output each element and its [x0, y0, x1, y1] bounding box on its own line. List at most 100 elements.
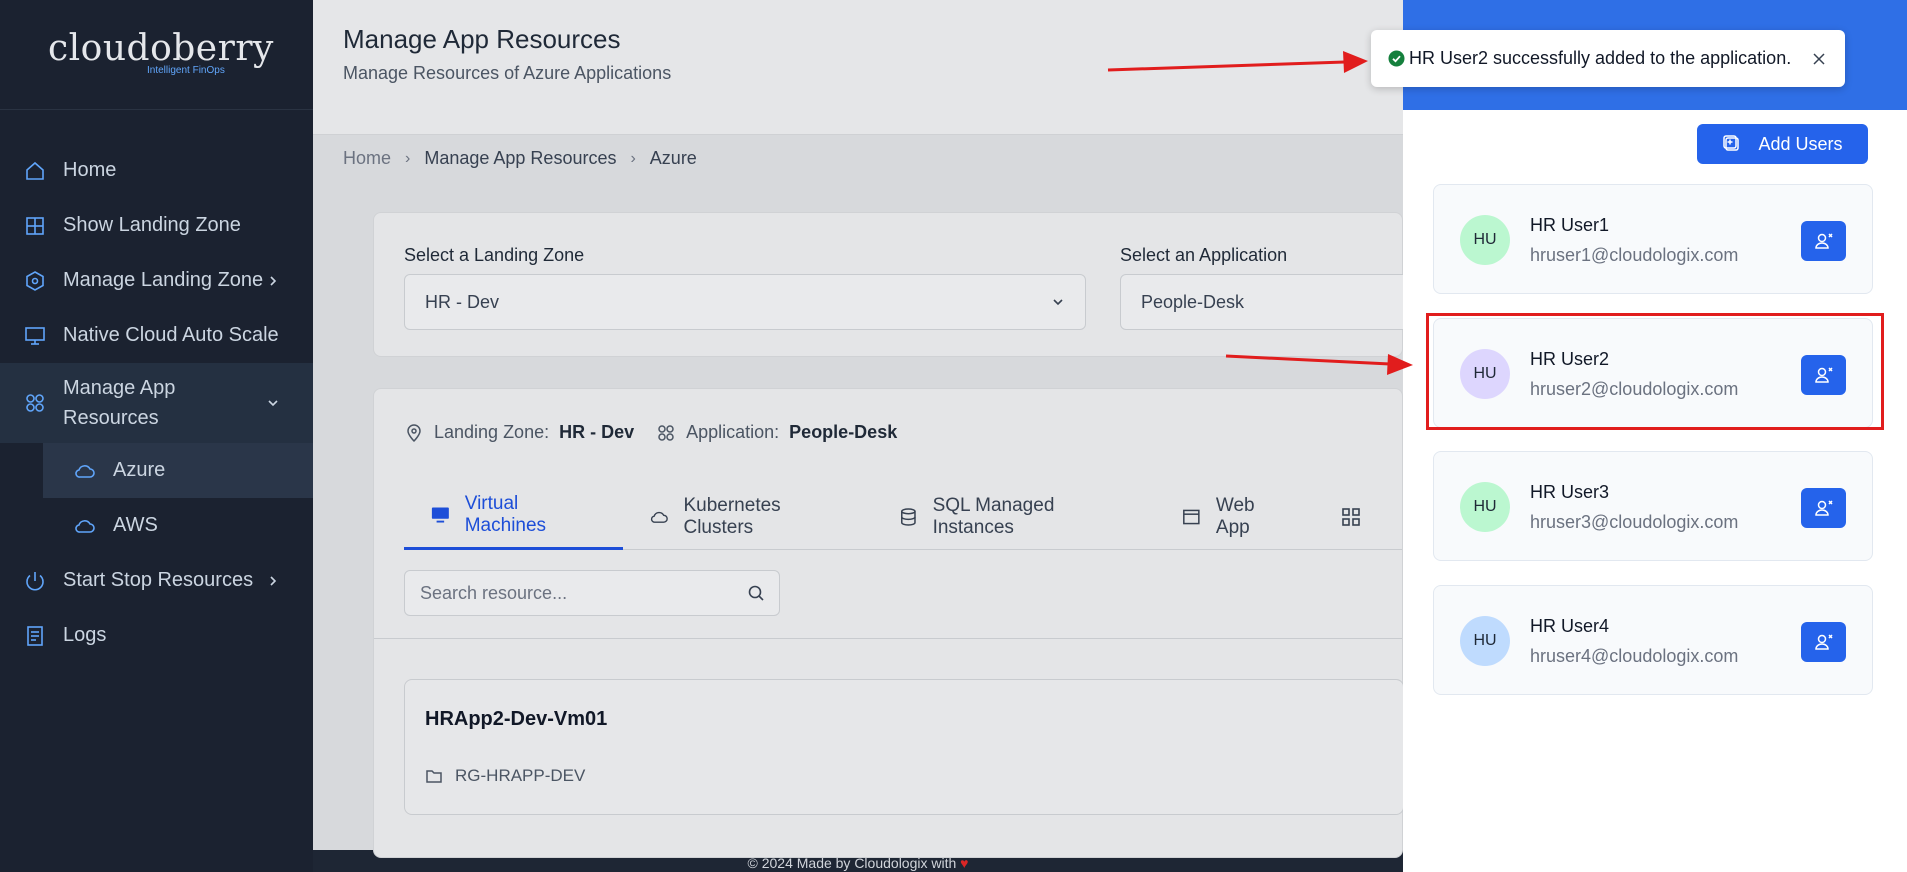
cloud-icon — [75, 464, 95, 478]
annotation-arrow — [1225, 354, 1413, 375]
user-remove-icon — [1814, 634, 1833, 650]
close-icon[interactable] — [1813, 52, 1825, 65]
user-card: HU HR User1 hruser1@cloudologix.com — [1433, 184, 1873, 294]
landing-zone-info-label: Landing Zone: — [434, 422, 550, 442]
logo-tagline: Intelligent FinOps — [147, 65, 225, 76]
chevron-down-icon — [1053, 299, 1063, 306]
annotation-arrow — [1107, 51, 1368, 73]
tab-more[interactable] — [1314, 484, 1402, 550]
sidebar-item-label: Show Landing Zone — [63, 214, 241, 236]
resources-card: Landing Zone: HR - Dev Application: Peop… — [373, 388, 1404, 858]
tab-label: Virtual Machines — [464, 493, 547, 536]
user-remove-icon — [1814, 233, 1833, 249]
sidebar-item-label: Manage App Resources — [63, 377, 176, 429]
location-pin-icon — [407, 423, 421, 442]
sidebar-item-label: Native Cloud Auto Scale — [63, 324, 279, 346]
add-users-button[interactable]: Add Users — [1697, 124, 1868, 164]
avatar: HU — [1460, 215, 1510, 265]
success-toast: HR User2 successfully added to the appli… — [1371, 30, 1845, 87]
landing-zone-label: Select a Landing Zone — [404, 245, 585, 265]
folder-icon — [426, 770, 442, 783]
vm-card[interactable]: HRApp2-Dev-Vm01 RG-HRAPP-DEV — [404, 679, 1404, 815]
sidebar-item-label: Logs — [63, 624, 107, 646]
user-card: HU HR User3 hruser3@cloudologix.com — [1433, 451, 1873, 561]
page-subtitle: Manage Resources of Azure Applications — [343, 63, 672, 83]
page-title: Manage App Resources — [343, 24, 621, 54]
add-square-icon — [1723, 135, 1740, 151]
avatar: HU — [1460, 482, 1510, 532]
breadcrumb-separator: › — [630, 149, 636, 167]
logo[interactable]: cloudoberry Intelligent FinOps — [0, 0, 313, 110]
sidebar-item-native-cloud-auto-scale[interactable]: Native Cloud Auto Scale — [0, 308, 313, 363]
sidebar: cloudoberry Intelligent FinOps Home Show… — [0, 0, 313, 872]
application-info-label: Application: — [686, 422, 780, 442]
logo-text: cloudoberry — [48, 28, 274, 69]
apps-icon — [658, 424, 674, 441]
tab-label: Kubernetes Clusters — [683, 494, 781, 538]
monitor-icon — [431, 507, 449, 523]
divider — [374, 638, 1402, 639]
landing-zone-select-value: HR - Dev — [425, 291, 500, 312]
user-email: hruser3@cloudologix.com — [1530, 512, 1739, 532]
remove-user-button[interactable] — [1801, 488, 1846, 528]
vm-resource-group-label: RG-HRAPP-DEV — [455, 766, 586, 785]
cloud-icon — [650, 511, 668, 523]
tab-web-app[interactable]: Web App — [1155, 484, 1314, 550]
application-info-value: People-Desk — [789, 422, 898, 442]
sidebar-subitem-azure[interactable]: Azure — [43, 443, 313, 498]
add-users-label: Add Users — [1758, 133, 1843, 154]
sidebar-item-manage-app-resources[interactable]: Manage App Resources — [0, 363, 313, 443]
avatar: HU — [1460, 616, 1510, 666]
breadcrumb-azure: Azure — [649, 148, 697, 168]
user-email: hruser1@cloudologix.com — [1530, 245, 1739, 265]
vm-name: HRApp2-Dev-Vm01 — [425, 708, 608, 730]
search-icon — [748, 585, 764, 601]
sidebar-subitem-label: AWS — [113, 514, 158, 536]
sidebar-item-start-stop-resources[interactable]: Start Stop Resources — [0, 553, 313, 608]
context-info: Landing Zone: HR - Dev Application: Peop… — [404, 422, 919, 443]
landing-zone-select[interactable]: HR - Dev — [404, 274, 1086, 330]
breadcrumb-separator: › — [405, 149, 411, 167]
monitor-icon — [25, 326, 45, 345]
home-icon — [26, 161, 44, 180]
sidebar-item-label: Manage Landing Zone — [63, 269, 264, 291]
user-name: HR User1 — [1530, 215, 1610, 235]
chevron-down-icon — [268, 400, 278, 407]
grid-icon — [26, 216, 44, 235]
application-label: Select an Application — [1120, 245, 1288, 265]
remove-user-button[interactable] — [1801, 622, 1846, 662]
sidebar-item-logs[interactable]: Logs — [0, 608, 313, 663]
main-content: Manage App Resources Manage Resources of… — [313, 0, 1410, 858]
sidebar-subitem-aws[interactable]: AWS — [0, 498, 313, 553]
document-icon — [27, 625, 43, 646]
tab-sql-managed-instances[interactable]: SQL Managed Instances — [872, 484, 1155, 550]
breadcrumb: Home › Manage App Resources › Azure — [343, 148, 697, 169]
landing-zone-info-value: HR - Dev — [559, 422, 635, 442]
sidebar-item-show-landing-zone[interactable]: Show Landing Zone — [0, 198, 313, 253]
breadcrumb-home[interactable]: Home — [343, 148, 391, 169]
tab-label: Web App — [1215, 494, 1255, 538]
search-placeholder: Search resource... — [420, 582, 568, 603]
chevron-right-icon — [270, 275, 277, 286]
tab-virtual-machines[interactable]: Virtual Machines — [404, 484, 623, 550]
search-input[interactable]: Search resource... — [404, 570, 780, 616]
highlight-box — [1426, 313, 1884, 430]
power-icon — [26, 571, 44, 590]
application-select[interactable]: People-Desk — [1120, 274, 1410, 330]
tab-kubernetes-clusters[interactable]: Kubernetes Clusters — [623, 484, 872, 550]
footer-text: © 2024 Made by Cloudologix with — [747, 855, 957, 871]
vm-resource-group: RG-HRAPP-DEV — [425, 766, 585, 786]
remove-user-button[interactable] — [1801, 221, 1846, 261]
chevron-right-icon — [270, 575, 277, 586]
cloud-icon — [75, 519, 95, 533]
sidebar-item-home[interactable]: Home — [0, 143, 313, 198]
resource-tabs: Virtual Machines Kubernetes Clusters SQL… — [404, 484, 1402, 550]
sidebar-item-manage-landing-zone[interactable]: Manage Landing Zone — [0, 253, 313, 308]
grid-icon — [1342, 507, 1360, 526]
apps-icon — [26, 394, 44, 412]
breadcrumb-manage-app-resources[interactable]: Manage App Resources — [424, 148, 616, 169]
database-icon — [900, 507, 916, 526]
user-email: hruser4@cloudologix.com — [1530, 646, 1739, 666]
user-remove-icon — [1814, 500, 1833, 516]
tab-label: SQL Managed Instances — [932, 494, 1055, 538]
